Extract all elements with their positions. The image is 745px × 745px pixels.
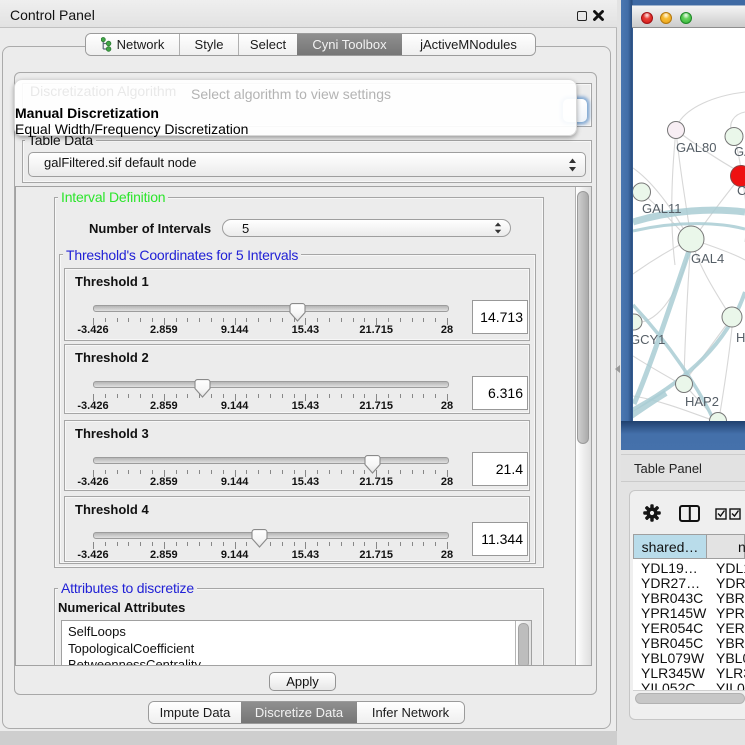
svg-text:GAL11: GAL11 [642,201,682,216]
svg-text:H: H [736,330,745,345]
svg-text:HAP2: HAP2 [685,394,719,409]
svg-text:GA: GA [734,144,745,159]
svg-text:C: C [737,183,745,198]
svg-text:GAL80: GAL80 [676,140,716,155]
svg-text:GAL4: GAL4 [691,251,724,266]
svg-text:GCY1: GCY1 [633,332,665,347]
